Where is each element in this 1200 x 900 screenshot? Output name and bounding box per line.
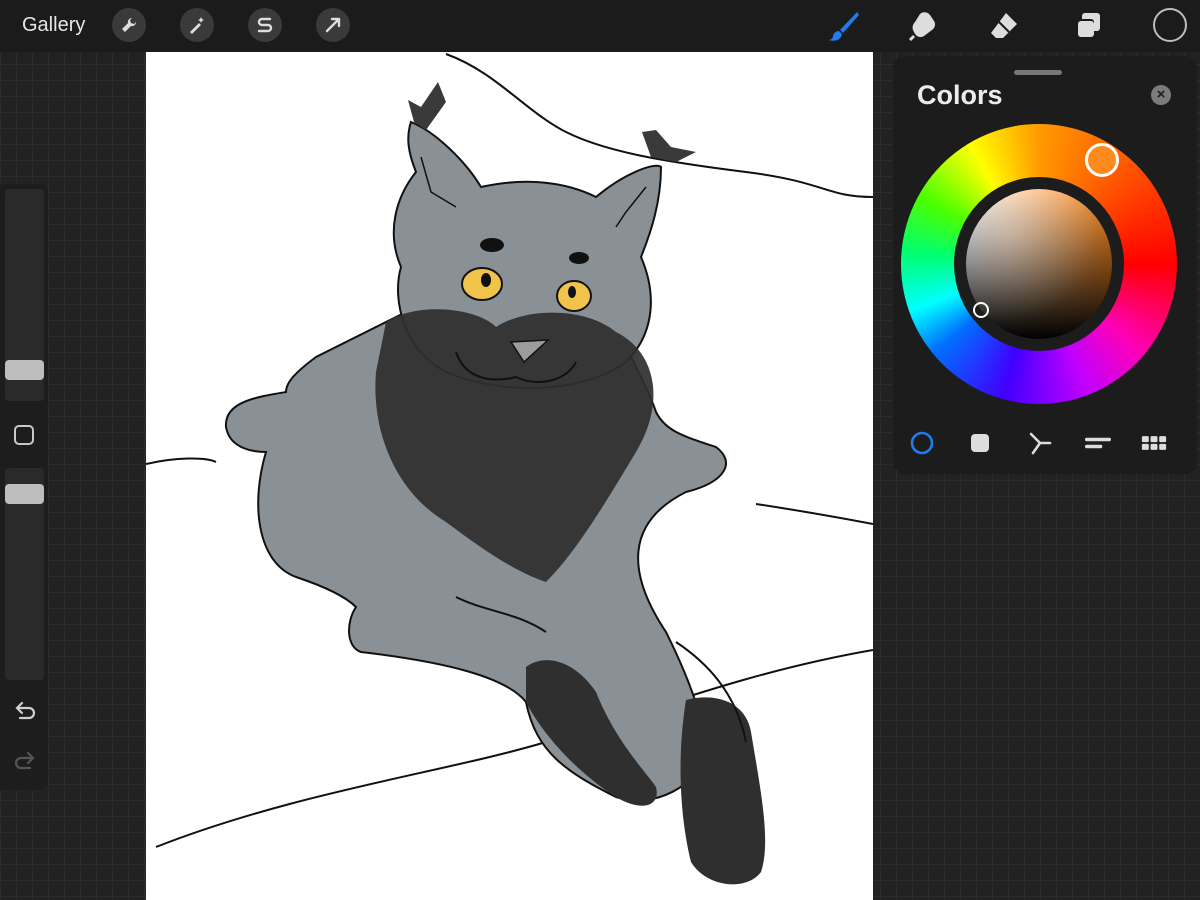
wheel-center (954, 177, 1124, 351)
arrow-icon[interactable] (316, 8, 350, 42)
panel-grabber[interactable] (1014, 70, 1062, 75)
selection-s-icon[interactable] (248, 8, 282, 42)
wrench-icon[interactable] (112, 8, 146, 42)
redo-icon[interactable] (12, 750, 38, 772)
colors-panel: Colors × (893, 56, 1197, 474)
undo-icon[interactable] (12, 700, 38, 722)
smudge-icon[interactable] (906, 8, 942, 44)
top-toolbar: Gallery (0, 0, 1200, 52)
disc-icon[interactable] (909, 430, 935, 456)
layers-icon[interactable] (1070, 8, 1106, 44)
magic-wand-icon[interactable] (180, 8, 214, 42)
brush-size-thumb[interactable] (5, 360, 44, 380)
close-icon[interactable]: × (1151, 85, 1171, 105)
opacity-thumb[interactable] (5, 484, 44, 504)
brush-icon[interactable] (826, 8, 862, 44)
hue-ring[interactable] (901, 124, 1177, 404)
saturation-knob[interactable] (973, 302, 989, 318)
harmony-icon[interactable] (1027, 430, 1053, 456)
panel-title: Colors (917, 80, 1003, 110)
palettes-grid-icon[interactable] (1141, 430, 1167, 456)
modify-button[interactable] (14, 425, 34, 445)
value-sliders-icon[interactable] (1085, 430, 1111, 456)
classic-square-icon[interactable] (967, 430, 993, 456)
gallery-button[interactable]: Gallery (22, 14, 85, 37)
left-sidebar (0, 184, 48, 790)
saturation-brightness-disc[interactable] (966, 189, 1112, 339)
eraser-icon[interactable] (986, 8, 1022, 44)
current-color-swatch[interactable] (1153, 8, 1187, 42)
hue-knob[interactable] (1085, 143, 1119, 177)
cat-drawing (146, 53, 873, 885)
drawing-canvas[interactable] (146, 52, 873, 900)
